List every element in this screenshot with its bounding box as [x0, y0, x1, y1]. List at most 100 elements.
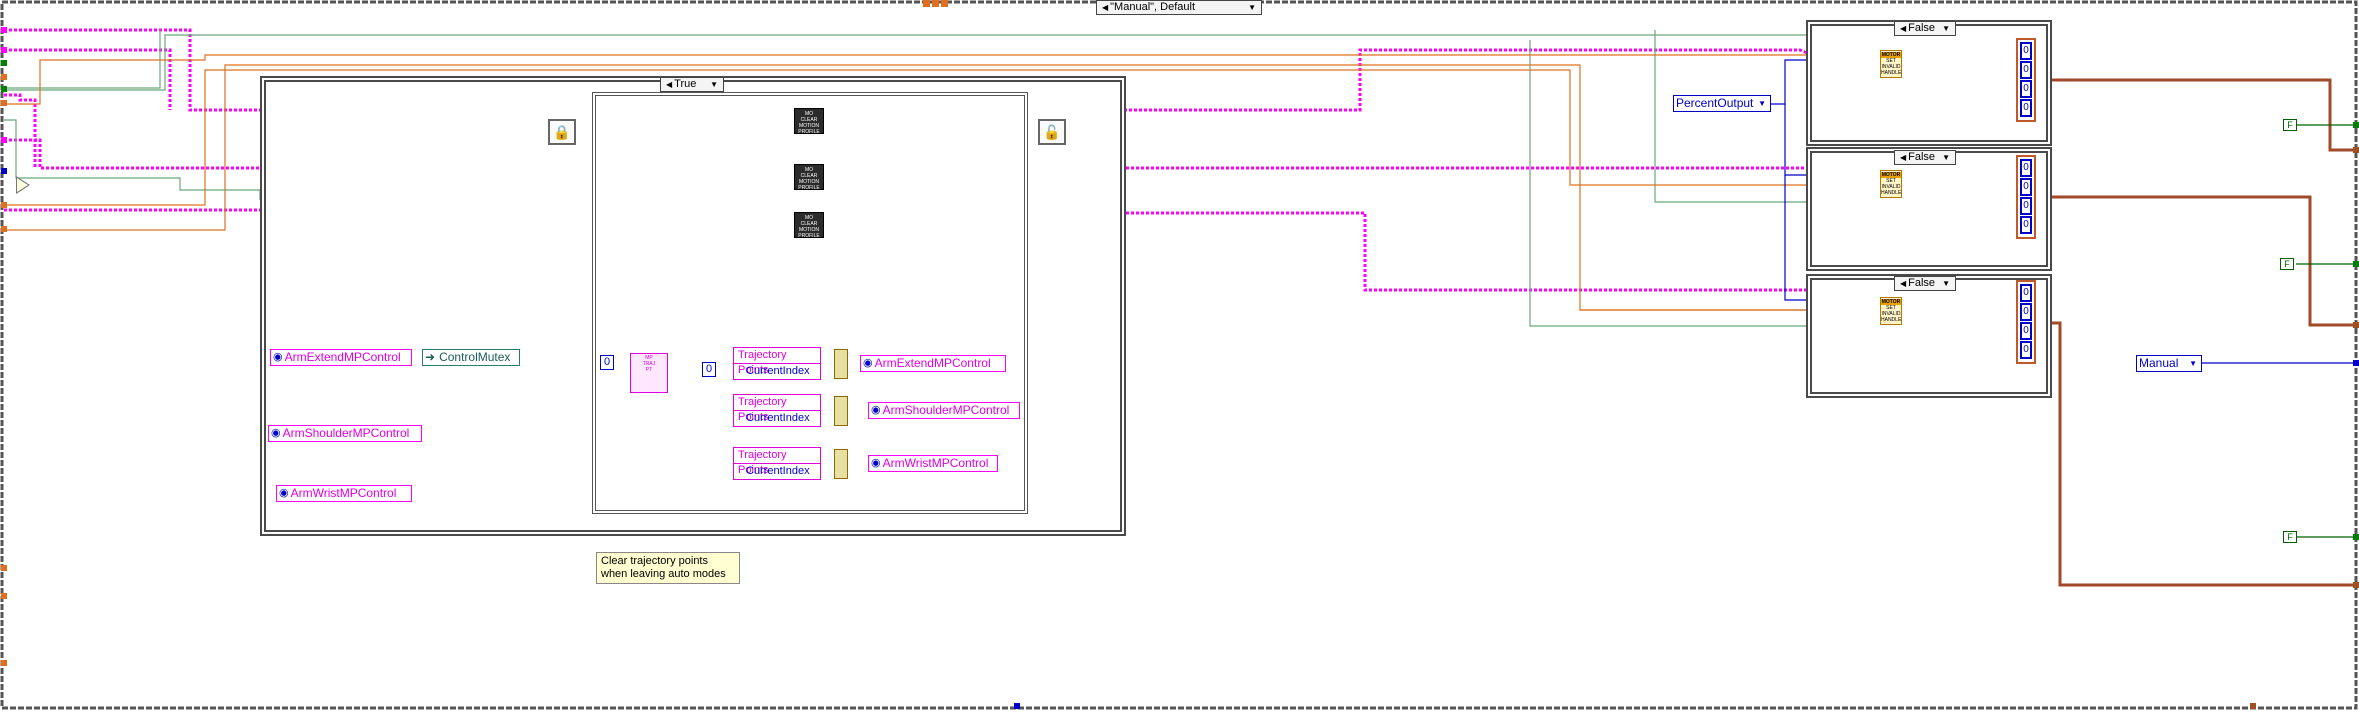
- globe-icon: ◉: [273, 351, 283, 363]
- array-3-cell-2: 0: [2020, 322, 2032, 340]
- globe-icon: ◉: [279, 487, 289, 499]
- globe-icon: ◉: [863, 357, 873, 369]
- arm-shoulder-output-label: ArmShoulderMPControl: [882, 403, 1010, 417]
- right-case-selector-3[interactable]: ◀ False ▼: [1894, 276, 1956, 291]
- globe-icon: ◉: [871, 404, 881, 416]
- globe-icon: ◉: [871, 457, 881, 469]
- right-tunnel-green-2: [2353, 261, 2359, 267]
- bottom-tunnel-brown: [2250, 703, 2256, 709]
- decrement-arrow-icon[interactable]: ◀: [1102, 0, 1108, 15]
- arm-wrist-mp-control-output[interactable]: ◉ ArmWristMPControl: [868, 455, 998, 472]
- right-2-dropdown-icon[interactable]: ▼: [1942, 150, 1950, 165]
- globe-icon: ◉: [271, 427, 281, 439]
- arm-shoulder-mp-control-output[interactable]: ◉ ArmShoulderMPControl: [868, 402, 1020, 419]
- manual-enum-label: Manual: [2139, 356, 2179, 370]
- right-tunnel-brown-2: [2353, 322, 2359, 328]
- array-2-cell-3: 0: [2020, 216, 2032, 234]
- right-case-1-label: False: [1908, 22, 1936, 34]
- right-tunnel-green-3: [2353, 534, 2359, 540]
- clear-motion-profile-node-2[interactable]: MO CLEAR MOTION PROFILE: [794, 164, 824, 191]
- left-tunnel-orange-2: [1, 100, 7, 106]
- arm-shoulder-mp-control-input[interactable]: ◉ ArmShoulderMPControl: [268, 425, 422, 442]
- arm-extend-mp-control-output[interactable]: ◉ ArmExtendMPControl: [860, 355, 1006, 372]
- numeric-constant-zero-b[interactable]: 0: [702, 362, 716, 377]
- bundle-arrow-icon: ➜: [425, 350, 436, 364]
- percent-output-label: PercentOutput: [1676, 96, 1754, 110]
- lock-release-icon[interactable]: 🔓: [1038, 119, 1066, 145]
- mp-node-3-line4: PROFILE: [798, 233, 820, 239]
- motor-node-1-line3: HANDLE: [1881, 70, 1902, 76]
- right-tunnel-brown-1: [2353, 147, 2359, 153]
- clear-motion-profile-node-1[interactable]: MO CLEAR MOTION PROFILE: [794, 108, 824, 135]
- arm-extend-input-label: ArmExtendMPControl: [284, 350, 401, 364]
- inner-case-label: True: [674, 78, 697, 90]
- left-tunnel-pink-1: [1, 27, 7, 33]
- arm-wrist-mp-control-input[interactable]: ◉ ArmWristMPControl: [276, 485, 412, 502]
- manual-dropdown-icon[interactable]: ▼: [2189, 356, 2197, 371]
- right-3-dropdown-icon[interactable]: ▼: [1942, 276, 1950, 291]
- inner-case-selector[interactable]: ◀ True ▼: [660, 77, 724, 92]
- output-array-2[interactable]: 0 0 0 0: [2016, 155, 2036, 239]
- manual-enum[interactable]: Manual ▼: [2136, 355, 2202, 372]
- top-case-selector[interactable]: ◀ "Manual", Default ▼: [1096, 0, 1262, 15]
- bool-constant-false-3[interactable]: F: [2283, 531, 2297, 543]
- not-equal-compare-icon[interactable]: [16, 176, 30, 194]
- lock-acquire-icon[interactable]: 🔒: [548, 119, 576, 145]
- left-tunnel-pink-2: [1, 47, 7, 53]
- inner-decrement-arrow-icon[interactable]: ◀: [666, 77, 672, 92]
- right-2-decrement-icon[interactable]: ◀: [1900, 150, 1906, 165]
- cluster-2-row1: Trajectory Points: [734, 395, 820, 423]
- cluster-3-row2: CurrentIndex: [746, 465, 810, 477]
- right-case-selector-2[interactable]: ◀ False ▼: [1894, 150, 1956, 165]
- right-1-dropdown-icon[interactable]: ▼: [1942, 21, 1950, 36]
- left-tunnel-orange-4: [1, 226, 7, 232]
- left-tunnel-orange-5: [1, 565, 7, 571]
- numeric-constant-zero-a[interactable]: 0: [600, 355, 614, 370]
- array-2-cell-0: 0: [2020, 159, 2032, 177]
- dropdown-arrow-icon[interactable]: ▼: [1248, 0, 1256, 15]
- right-1-decrement-icon[interactable]: ◀: [1900, 21, 1906, 36]
- bundler-2[interactable]: [834, 396, 848, 426]
- top-tunnel-1: [923, 0, 930, 7]
- comment-label: Clear trajectory points when leaving aut…: [596, 552, 740, 584]
- clear-motion-profile-node-3[interactable]: MO CLEAR MOTION PROFILE: [794, 212, 824, 239]
- zero-a-value: 0: [603, 356, 611, 368]
- top-tunnel-2: [932, 0, 939, 7]
- right-case-2-label: False: [1908, 151, 1936, 163]
- cluster-1-row1: Trajectory Points: [734, 348, 820, 376]
- control-mutex-label: ControlMutex: [439, 350, 511, 364]
- arm-wrist-output-label: ArmWristMPControl: [882, 456, 989, 470]
- right-case-selector-1[interactable]: ◀ False ▼: [1894, 21, 1956, 36]
- motor-set-invalid-handle-node-3[interactable]: MOTOR SET INVALID HANDLE: [1880, 297, 1902, 325]
- inner-dropdown-arrow-icon[interactable]: ▼: [710, 77, 718, 92]
- traj-point-node[interactable]: MP TRAJ PT: [630, 353, 668, 393]
- traj-node-line3: PT: [645, 367, 653, 373]
- motor-set-invalid-handle-node-2[interactable]: MOTOR SET INVALID HANDLE: [1880, 170, 1902, 198]
- enum-dropdown-icon[interactable]: ▼: [1758, 96, 1766, 111]
- output-array-3[interactable]: 0 0 0 0: [2016, 280, 2036, 364]
- array-1-cell-2: 0: [2020, 80, 2032, 98]
- mp-node-1-line4: PROFILE: [798, 129, 820, 135]
- bundler-1[interactable]: [834, 349, 848, 379]
- arm-extend-output-label: ArmExtendMPControl: [874, 356, 991, 370]
- output-array-1[interactable]: 0 0 0 0: [2016, 38, 2036, 122]
- left-tunnel-pink-3: [1, 137, 7, 143]
- cluster-3-row1: Trajectory Points: [734, 448, 820, 476]
- control-mutex-bundle[interactable]: ➜ ControlMutex: [422, 349, 520, 366]
- mp-node-2-line4: PROFILE: [798, 185, 820, 191]
- bool-constant-false-2[interactable]: F: [2280, 258, 2294, 270]
- motor-node-3-line3: HANDLE: [1881, 317, 1902, 323]
- left-tunnel-orange-7: [1, 660, 7, 666]
- left-tunnel-orange-1: [1, 74, 7, 80]
- zero-b-value: 0: [705, 363, 713, 375]
- trajectory-cluster-3[interactable]: Trajectory Points CurrentIndex: [733, 447, 821, 480]
- trajectory-cluster-2[interactable]: Trajectory Points CurrentIndex: [733, 394, 821, 427]
- bundler-3[interactable]: [834, 449, 848, 479]
- trajectory-cluster-1[interactable]: Trajectory Points CurrentIndex: [733, 347, 821, 380]
- percent-output-enum[interactable]: PercentOutput ▼: [1673, 95, 1771, 112]
- bool-constant-false-1[interactable]: F: [2283, 119, 2297, 131]
- arm-extend-mp-control-input[interactable]: ◉ ArmExtendMPControl: [270, 349, 412, 366]
- right-3-decrement-icon[interactable]: ◀: [1900, 276, 1906, 291]
- motor-set-invalid-handle-node-1[interactable]: MOTOR SET INVALID HANDLE: [1880, 50, 1902, 78]
- right-tunnel-green-1: [2353, 122, 2359, 128]
